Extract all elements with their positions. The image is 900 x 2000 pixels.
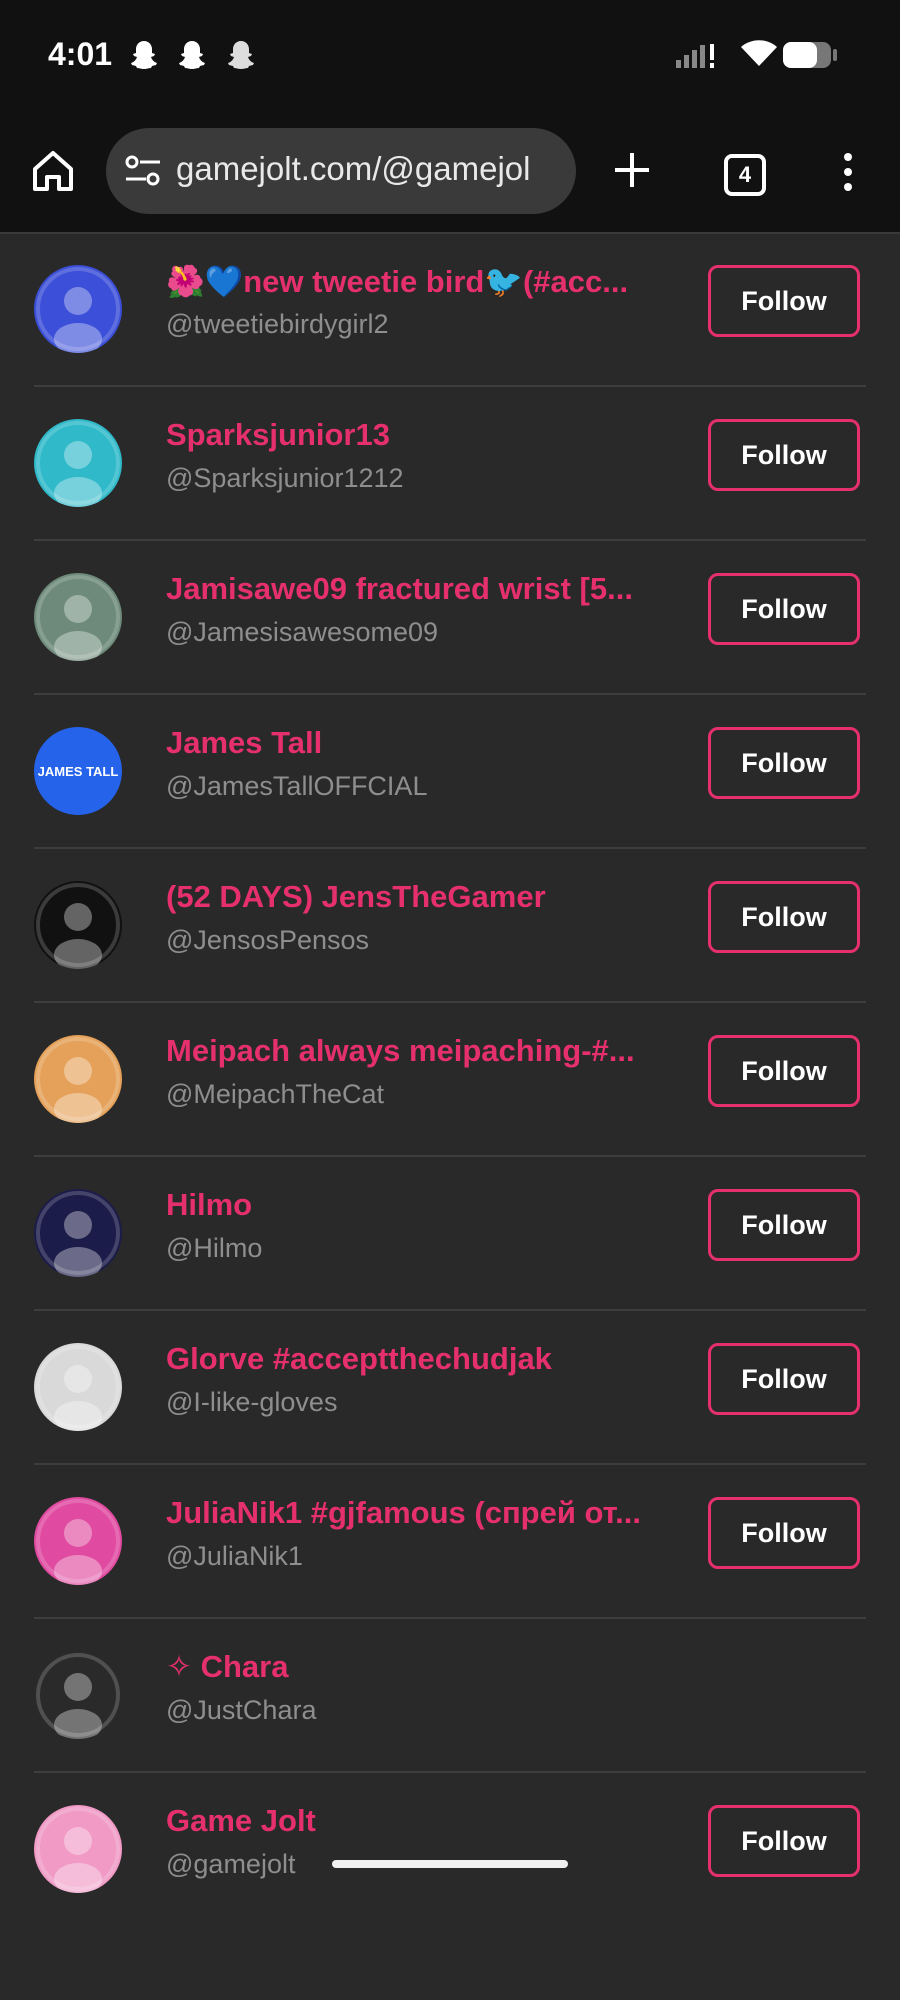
user-handle: @Sparksjunior1212 (166, 463, 404, 493)
follow-button[interactable]: Follow (708, 1189, 860, 1261)
list-item: (52 DAYS) JensTheGamer @JensosPensos Fol… (34, 849, 866, 1003)
user-handle: @JamesTallOFFCIAL (166, 771, 428, 801)
address-bar[interactable]: gamejolt.com/@gamejol (106, 128, 576, 214)
user-display-name[interactable]: Sparksjunior13 (166, 417, 696, 453)
list-item: JuliaNik1 #gjfamous (спрей от... @JuliaN… (34, 1465, 866, 1619)
follow-button[interactable]: Follow (708, 1805, 860, 1877)
browser-toolbar: gamejolt.com/@gamejol 4 (0, 110, 900, 234)
list-item: Jamisawe09 fractured wrist [5... @Jamesi… (34, 541, 866, 695)
avatar[interactable] (34, 265, 122, 353)
list-item: ✧ Chara @JustChara (34, 1619, 866, 1773)
user-display-name[interactable]: ✧ Chara (166, 1649, 696, 1685)
avatar[interactable] (34, 1343, 122, 1431)
list-item: Game Jolt @gamejolt Follow (34, 1773, 866, 1925)
follow-button[interactable]: Follow (708, 1497, 860, 1569)
status-bar: 4:01 (0, 0, 900, 110)
site-settings-icon[interactable] (124, 154, 162, 193)
user-handle: @JensosPensos (166, 925, 370, 955)
follow-button[interactable]: Follow (708, 573, 860, 645)
avatar[interactable] (34, 1497, 122, 1585)
list-item: Hilmo @Hilmo Follow (34, 1157, 866, 1311)
user-handle: @Hilmo (166, 1233, 263, 1263)
user-display-name[interactable]: Game Jolt (166, 1803, 696, 1839)
user-handle: @JustChara (166, 1695, 317, 1725)
follow-button[interactable]: Follow (708, 265, 860, 337)
avatar[interactable] (34, 1189, 122, 1277)
user-display-name[interactable]: 🌺💙new tweetie bird🐦(#acc... (166, 263, 696, 300)
follow-button[interactable]: Follow (708, 1343, 860, 1415)
list-item: Meipach always meipaching-#... @MeipachT… (34, 1003, 866, 1157)
snapchat-icon (176, 38, 208, 70)
avatar[interactable] (34, 1035, 122, 1123)
avatar[interactable] (34, 1805, 122, 1893)
user-handle: @I-like-gloves (166, 1387, 338, 1417)
avatar-text: JAMES TALL (37, 763, 119, 779)
home-indicator[interactable] (332, 1860, 568, 1868)
list-item: 🌺💙new tweetie bird🐦(#acc... @tweetiebird… (34, 233, 866, 387)
avatar[interactable]: JAMES TALL (34, 727, 122, 815)
user-list: 🌺💙new tweetie bird🐦(#acc... @tweetiebird… (34, 233, 866, 1925)
avatar[interactable] (34, 1651, 122, 1739)
follow-button[interactable]: Follow (708, 1035, 860, 1107)
url-text: gamejolt.com/@gamejol (176, 150, 531, 187)
status-time: 4:01 (48, 36, 113, 72)
user-display-name[interactable]: James Tall (166, 725, 696, 761)
tab-switcher-button[interactable]: 4 (724, 154, 766, 196)
avatar[interactable] (34, 573, 122, 661)
more-menu-icon[interactable] (842, 152, 854, 197)
user-display-name[interactable]: (52 DAYS) JensTheGamer (166, 879, 696, 915)
battery-icon (782, 40, 838, 75)
user-display-name[interactable]: JuliaNik1 #gjfamous (спрей от... (166, 1495, 696, 1531)
user-display-name[interactable]: Jamisawe09 fractured wrist [5... (166, 571, 696, 607)
user-handle: @tweetiebirdygirl2 (166, 309, 389, 339)
user-handle: @MeipachTheCat (166, 1079, 385, 1109)
user-display-name[interactable]: Meipach always meipaching-#... (166, 1033, 696, 1069)
new-tab-icon[interactable] (612, 150, 652, 195)
user-handle: @Jamesisawesome09 (166, 617, 439, 647)
user-display-name[interactable]: Hilmo (166, 1187, 696, 1223)
snapchat-icon (128, 38, 160, 70)
home-icon[interactable] (30, 148, 76, 194)
wifi-icon (740, 38, 778, 73)
follow-button[interactable]: Follow (708, 419, 860, 491)
avatar[interactable] (34, 419, 122, 507)
signal-icon (674, 40, 720, 75)
list-item: JAMES TALL James Tall @JamesTallOFFCIAL … (34, 695, 866, 849)
snapchat-icon (224, 38, 258, 70)
user-display-name[interactable]: Glorve #acceptthechudjak (166, 1341, 696, 1377)
user-handle: @JuliaNik1 (166, 1541, 303, 1571)
follow-button[interactable]: Follow (708, 727, 860, 799)
avatar[interactable] (34, 881, 122, 969)
follow-button[interactable]: Follow (708, 881, 860, 953)
list-item: Glorve #acceptthechudjak @I-like-gloves … (34, 1311, 866, 1465)
list-item: Sparksjunior13 @Sparksjunior1212 Follow (34, 387, 866, 541)
